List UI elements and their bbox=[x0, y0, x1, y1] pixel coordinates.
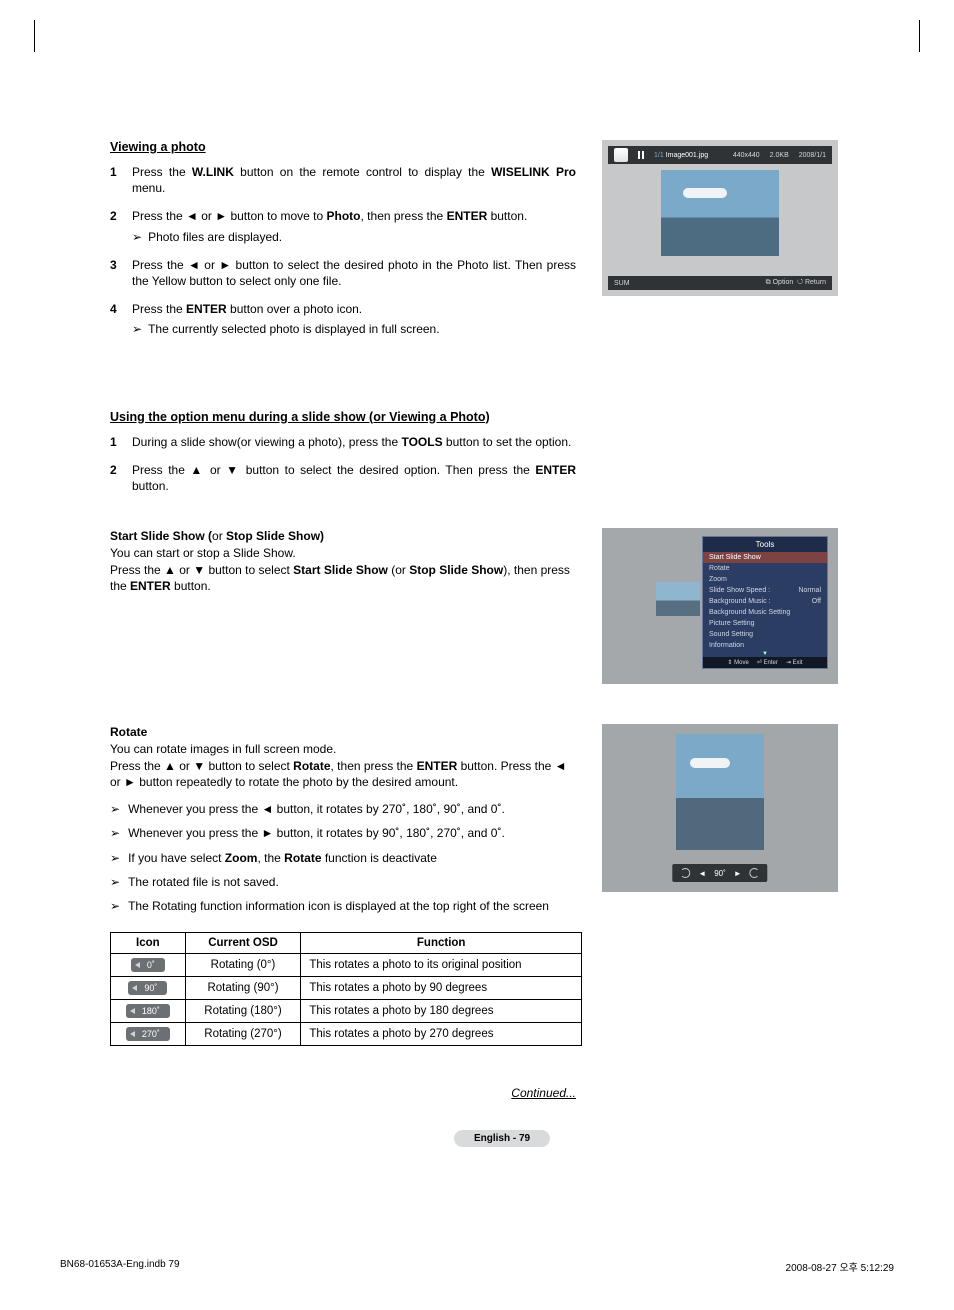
page: Viewing a photo 1 Press the W.LINK butto… bbox=[0, 0, 954, 1310]
tools-item: Background Music :Off bbox=[703, 596, 827, 607]
right-icon: ► bbox=[734, 869, 742, 878]
rotate-osd-icon: 0˚ bbox=[131, 958, 165, 972]
preview-info-bar: 1/1 Image001.jpg 440x440 2.0KB 2008/1/1 bbox=[608, 146, 832, 164]
heading-rotate: Rotate bbox=[110, 725, 147, 739]
rotate-table: Icon Current OSD Function 0˚ Rotating (0°… bbox=[110, 932, 582, 1046]
heading-option-menu: Using the option menu during a slide sho… bbox=[110, 410, 576, 424]
rotate-osd-icon: 90˚ bbox=[128, 981, 167, 995]
cell-osd: Rotating (90°) bbox=[185, 977, 301, 1000]
option-icon: ⧉ bbox=[766, 279, 771, 286]
section-viewing-photo: Viewing a photo 1 Press the W.LINK butto… bbox=[110, 140, 894, 350]
table-row: 270˚ Rotating (270°)This rotates a photo … bbox=[111, 1023, 582, 1046]
rotate-note: ➢Whenever you press the ► button, it rot… bbox=[110, 825, 576, 841]
th-osd: Current OSD bbox=[185, 933, 301, 954]
arrow-icon: ➢ bbox=[110, 801, 120, 817]
cell-icon: 90˚ bbox=[111, 977, 186, 1000]
rotate-note: ➢Whenever you press the ◄ button, it rot… bbox=[110, 801, 576, 817]
cell-osd: Rotating (0°) bbox=[185, 954, 301, 977]
heading-viewing-photo: Viewing a photo bbox=[110, 140, 576, 154]
steps-viewing-photo: 1 Press the W.LINK button on the remote … bbox=[110, 164, 576, 338]
screenshot-rotate: ◄ 90˚ ► bbox=[602, 724, 838, 892]
page-number-pill: English - 79 bbox=[110, 1130, 894, 1147]
cell-icon: 0˚ bbox=[111, 954, 186, 977]
tools-item: Information bbox=[703, 640, 827, 651]
arrow-icon: ➢ bbox=[110, 898, 120, 914]
return-icon: ↺ bbox=[797, 279, 803, 286]
arrow-icon: ➢ bbox=[110, 825, 120, 841]
th-function: Function bbox=[301, 933, 582, 954]
wiselink-logo-icon bbox=[614, 148, 628, 162]
preview-photo bbox=[661, 170, 779, 256]
start-slide-body1: You can start or stop a Slide Show. bbox=[110, 545, 576, 562]
rotate-ccw-icon bbox=[680, 868, 690, 878]
cell-icon: 180˚ bbox=[111, 1000, 186, 1023]
section-rotate: Rotate You can rotate images in full scr… bbox=[110, 724, 894, 926]
rotate-osd-icon: 180˚ bbox=[126, 1004, 170, 1018]
rotate-note: ➢The rotated file is not saved. bbox=[110, 874, 576, 890]
screenshot-photo-fullscreen: 1/1 Image001.jpg 440x440 2.0KB 2008/1/1 … bbox=[602, 140, 838, 296]
cell-function: This rotates a photo by 270 degrees bbox=[301, 1023, 582, 1046]
cell-icon: 270˚ bbox=[111, 1023, 186, 1046]
rotate-control-bar: ◄ 90˚ ► bbox=[672, 864, 767, 882]
step-2: 2 Press the ◄ or ► button to move to Pho… bbox=[110, 208, 576, 244]
tools-menu: Tools Start Slide ShowRotateZoomSlide Sh… bbox=[702, 536, 828, 669]
tools-item: Background Music Setting bbox=[703, 607, 827, 618]
tools-item: Start Slide Show bbox=[703, 552, 827, 563]
preview-rotated-photo bbox=[676, 734, 764, 850]
rotate-body1: You can rotate images in full screen mod… bbox=[110, 741, 576, 758]
tools-item: Rotate bbox=[703, 563, 827, 574]
rotate-notes: ➢Whenever you press the ◄ button, it rot… bbox=[110, 801, 576, 914]
crop-mark-right bbox=[919, 20, 920, 52]
screenshot-tools-menu: Tools Start Slide ShowRotateZoomSlide Sh… bbox=[602, 528, 838, 684]
exit-icon: ⇥ bbox=[786, 660, 791, 666]
rotate-note: ➢The Rotating function information icon … bbox=[110, 898, 576, 914]
rotate-body2: Press the ▲ or ▼ button to select Rotate… bbox=[110, 758, 576, 792]
arrow-icon: ➢ bbox=[132, 321, 142, 337]
table-row: 90˚ Rotating (90°)This rotates a photo by… bbox=[111, 977, 582, 1000]
move-icon: ⇕ bbox=[727, 660, 732, 666]
tools-title: Tools bbox=[703, 537, 827, 552]
left-icon: ◄ bbox=[698, 869, 706, 878]
print-file: BN68-01653A-Eng.indb 79 bbox=[60, 1259, 180, 1274]
tools-item: Zoom bbox=[703, 574, 827, 585]
step-4: 4 Press the ENTER button over a photo ic… bbox=[110, 301, 576, 337]
steps-option-menu: 1 During a slide show(or viewing a photo… bbox=[110, 434, 576, 495]
tools-footer: ⇕ Move ⏎ Enter ⇥ Exit bbox=[703, 657, 827, 668]
th-icon: Icon bbox=[111, 933, 186, 954]
enter-icon: ⏎ bbox=[757, 660, 762, 666]
preview-bottom-bar: SUM ⧉ Option ↺ Return bbox=[608, 276, 832, 290]
option-step-1: 1 During a slide show(or viewing a photo… bbox=[110, 434, 576, 450]
rotate-cw-icon bbox=[750, 868, 760, 878]
print-footer: BN68-01653A-Eng.indb 79 2008-08-27 오후 5:… bbox=[60, 1259, 894, 1274]
tools-item: Slide Show Speed :Normal bbox=[703, 585, 827, 596]
rotate-note: ➢If you have select Zoom, the Rotate fun… bbox=[110, 850, 576, 866]
heading-start-slide: Start Slide Show ( bbox=[110, 529, 212, 543]
rotate-angle: 90˚ bbox=[714, 869, 726, 878]
print-timestamp: 2008-08-27 오후 5:12:29 bbox=[786, 1259, 894, 1274]
table-row: 0˚ Rotating (0°)This rotates a photo to i… bbox=[111, 954, 582, 977]
arrow-icon: ➢ bbox=[110, 874, 120, 890]
cell-function: This rotates a photo by 90 degrees bbox=[301, 977, 582, 1000]
arrow-icon: ➢ bbox=[132, 229, 142, 245]
section-option-menu: Using the option menu during a slide sho… bbox=[110, 410, 576, 495]
option-step-2: 2 Press the ▲ or ▼ button to select the … bbox=[110, 462, 576, 494]
table-row: 180˚ Rotating (180°)This rotates a photo … bbox=[111, 1000, 582, 1023]
arrow-icon: ➢ bbox=[110, 850, 120, 866]
start-slide-body2: Press the ▲ or ▼ button to select Start … bbox=[110, 562, 576, 596]
rotate-osd-icon: 270˚ bbox=[126, 1027, 170, 1041]
step-1: 1 Press the W.LINK button on the remote … bbox=[110, 164, 576, 196]
preview-thumb bbox=[656, 582, 700, 616]
pause-icon bbox=[638, 151, 644, 159]
cell-function: This rotates a photo by 180 degrees bbox=[301, 1000, 582, 1023]
cell-osd: Rotating (270°) bbox=[185, 1023, 301, 1046]
section-start-slide: Start Slide Show (or Stop Slide Show) Yo… bbox=[110, 528, 894, 684]
continued-label: Continued... bbox=[110, 1086, 576, 1100]
step-3: 3 Press the ◄ or ► button to select the … bbox=[110, 257, 576, 289]
cell-osd: Rotating (180°) bbox=[185, 1000, 301, 1023]
tools-item: Picture Setting bbox=[703, 618, 827, 629]
crop-mark-left bbox=[34, 20, 35, 52]
cell-function: This rotates a photo to its original pos… bbox=[301, 954, 582, 977]
tools-item: Sound Setting bbox=[703, 629, 827, 640]
